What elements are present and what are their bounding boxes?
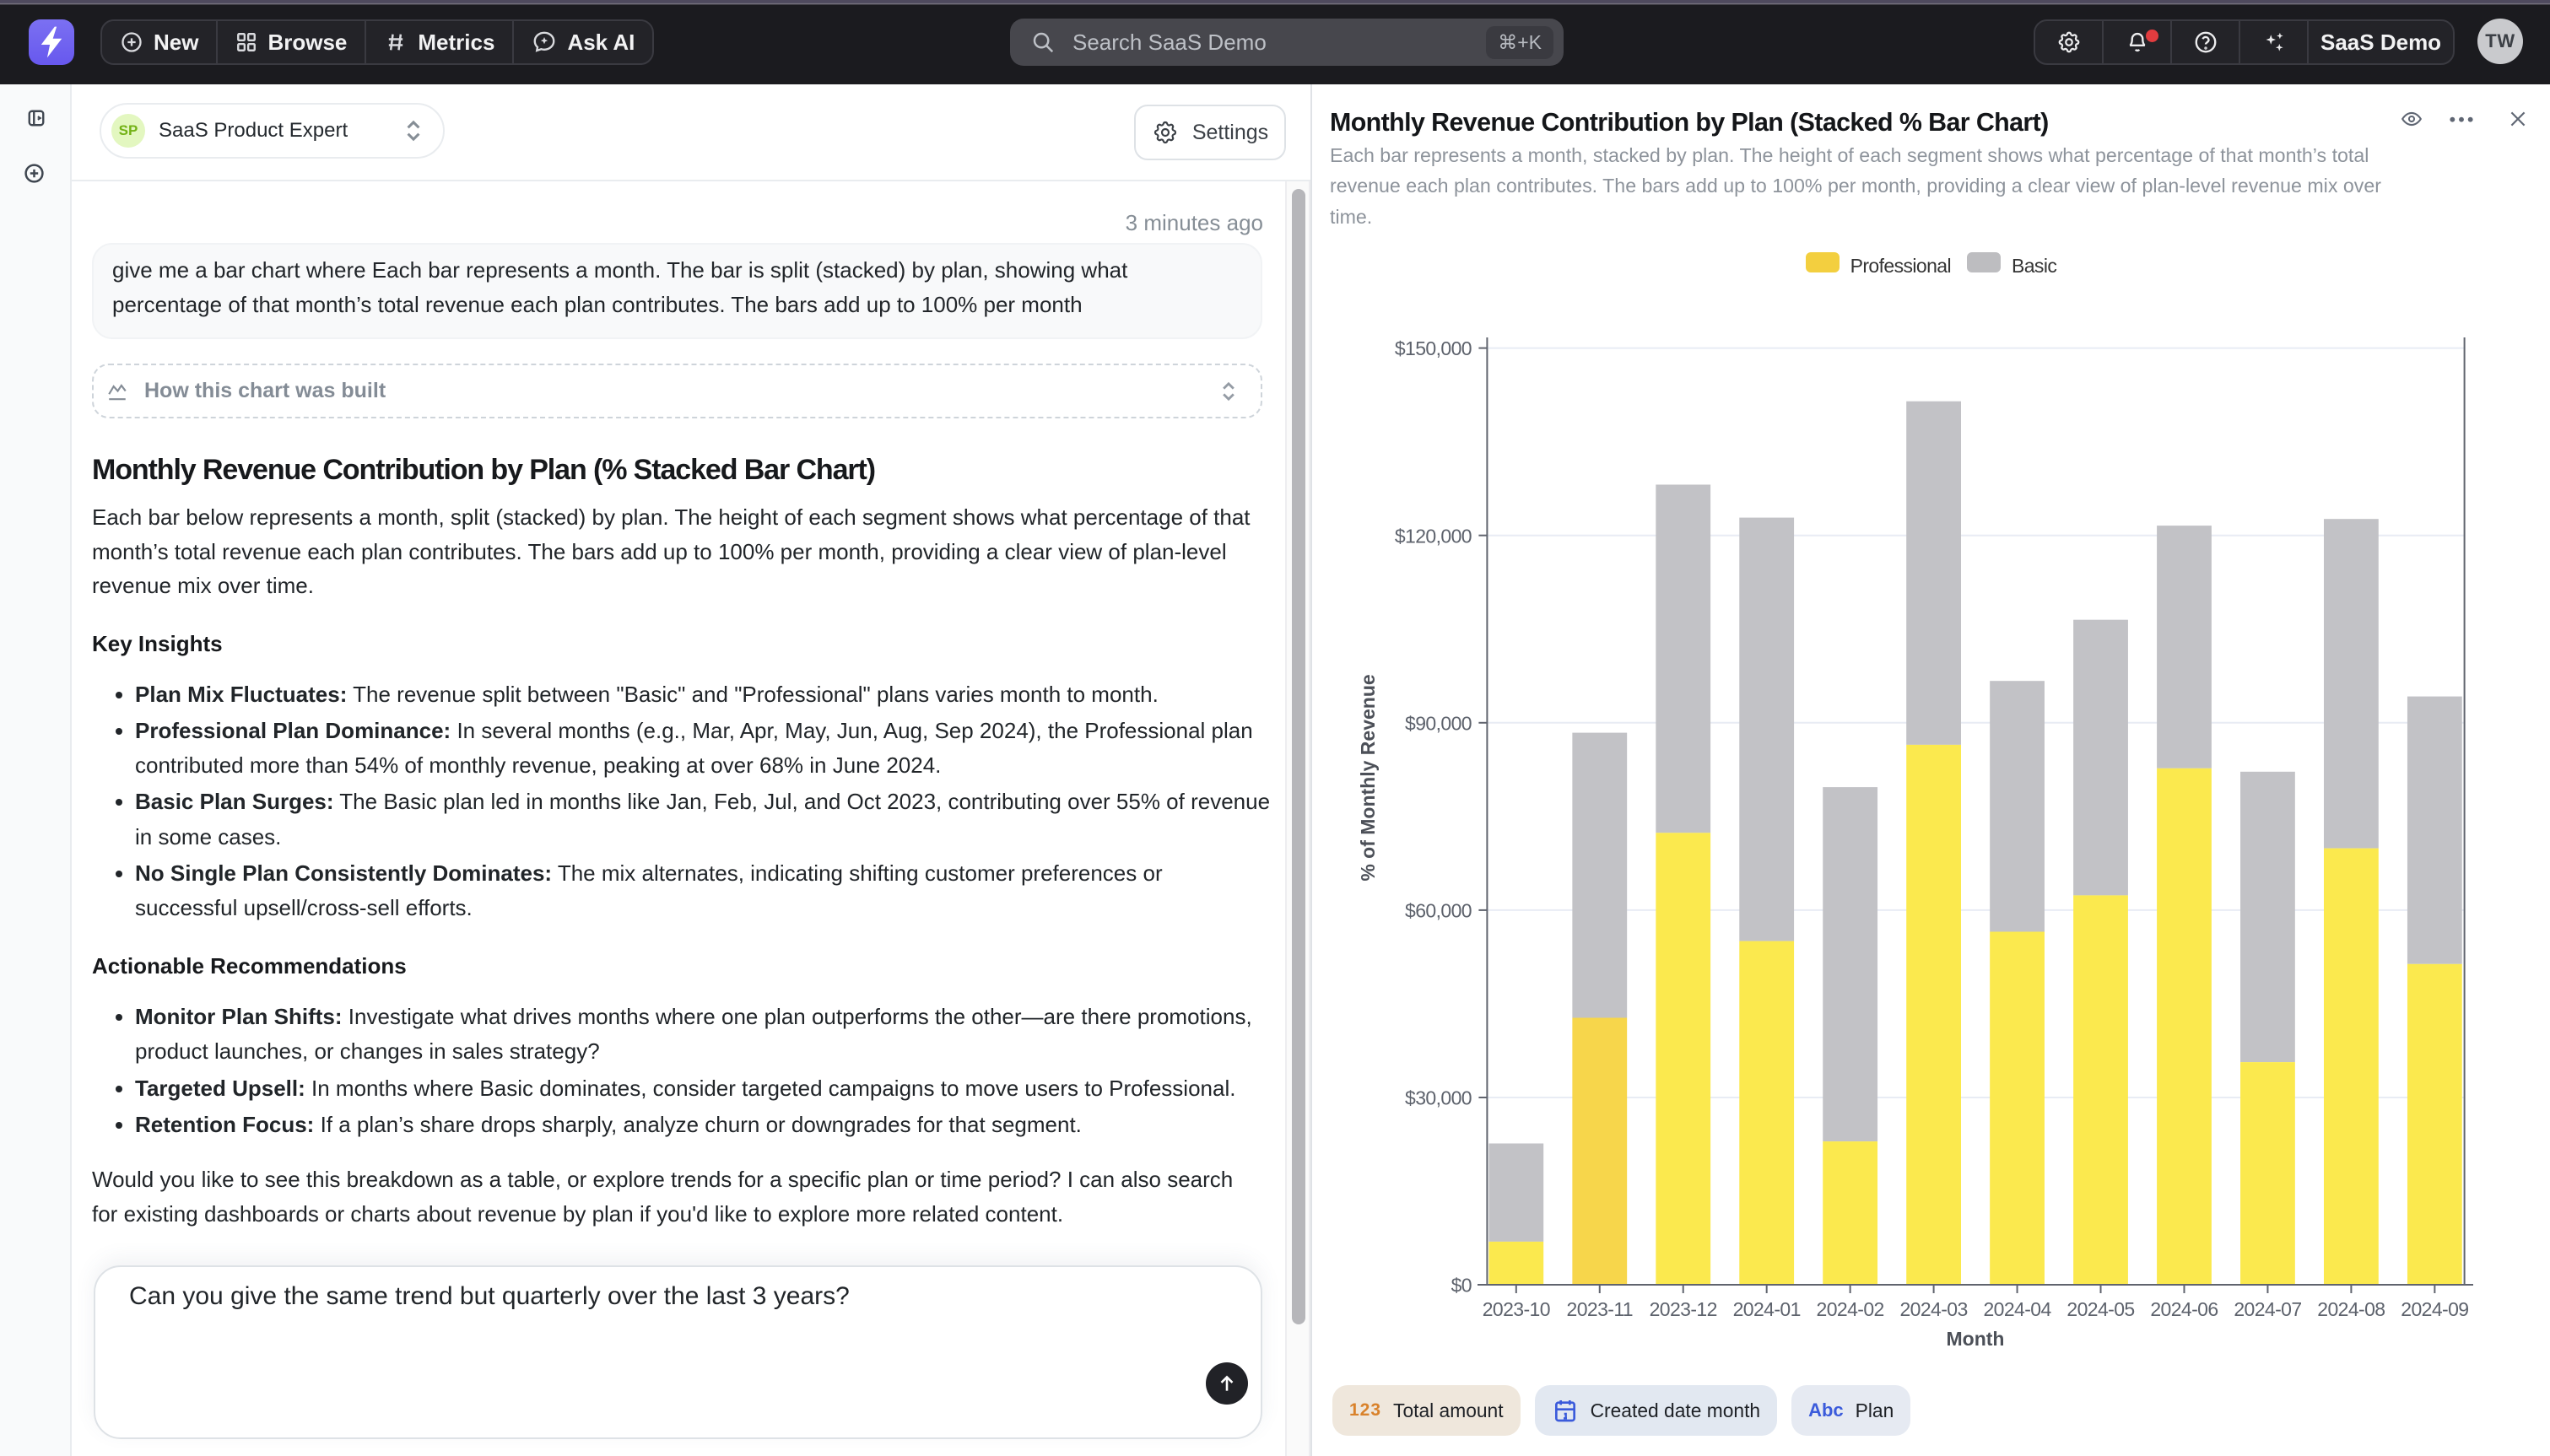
svg-text:2024-08: 2024-08 (2317, 1298, 2385, 1320)
svg-text:$150,000: $150,000 (1395, 337, 1472, 359)
svg-text:2023-11: 2023-11 (1567, 1298, 1634, 1320)
svg-text:2024-03: 2024-03 (1899, 1298, 1967, 1320)
svg-text:2024-05: 2024-05 (2066, 1298, 2134, 1320)
svg-text:2023-12: 2023-12 (1650, 1298, 1717, 1320)
svg-text:$60,000: $60,000 (1405, 900, 1472, 922)
svg-text:2024-01: 2024-01 (1733, 1298, 1801, 1320)
svg-text:2023-10: 2023-10 (1483, 1298, 1550, 1320)
svg-text:2024-09: 2024-09 (2401, 1298, 2468, 1320)
svg-text:2024-04: 2024-04 (1983, 1298, 2051, 1320)
svg-text:$0: $0 (1451, 1275, 1472, 1297)
svg-text:$90,000: $90,000 (1405, 712, 1472, 734)
svg-text:2024-06: 2024-06 (2150, 1298, 2218, 1320)
svg-text:2024-02: 2024-02 (1817, 1298, 1884, 1320)
svg-text:$30,000: $30,000 (1405, 1087, 1472, 1109)
svg-text:$120,000: $120,000 (1395, 525, 1472, 547)
svg-text:2024-07: 2024-07 (2234, 1298, 2301, 1320)
svg-text:Month: Month (1947, 1328, 2005, 1350)
svg-text:% of Monthly Revenue: % of Monthly Revenue (1357, 674, 1379, 881)
